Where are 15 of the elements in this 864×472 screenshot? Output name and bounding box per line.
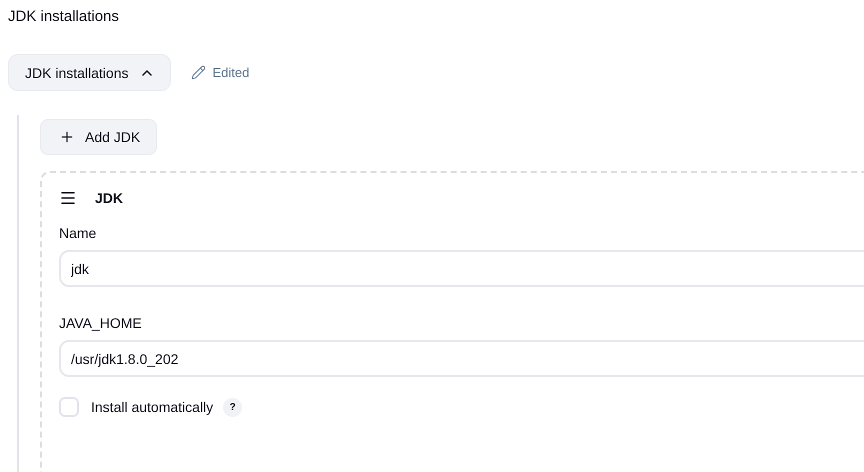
checkbox-label: Install automatically [91,399,214,415]
plus-icon [59,129,75,145]
pencil-icon [190,65,206,80]
help-button[interactable]: ? [223,398,242,416]
section-toggle[interactable]: JDK installations [8,54,170,91]
field-label: JAVA_HOME [59,315,143,331]
card-title: JDK [95,190,124,206]
add-jdk-button[interactable]: Add JDK [40,119,158,155]
drag-handle-icon[interactable] [59,189,77,207]
input-field[interactable]: /usr/jdk1.8.0_202 [59,340,864,377]
edited-status: Edited [212,65,250,80]
page-title: JDK installations [7,7,120,27]
field-label: Name [59,225,98,241]
checkbox[interactable] [59,397,79,417]
input-field[interactable]: jdk [59,250,864,287]
